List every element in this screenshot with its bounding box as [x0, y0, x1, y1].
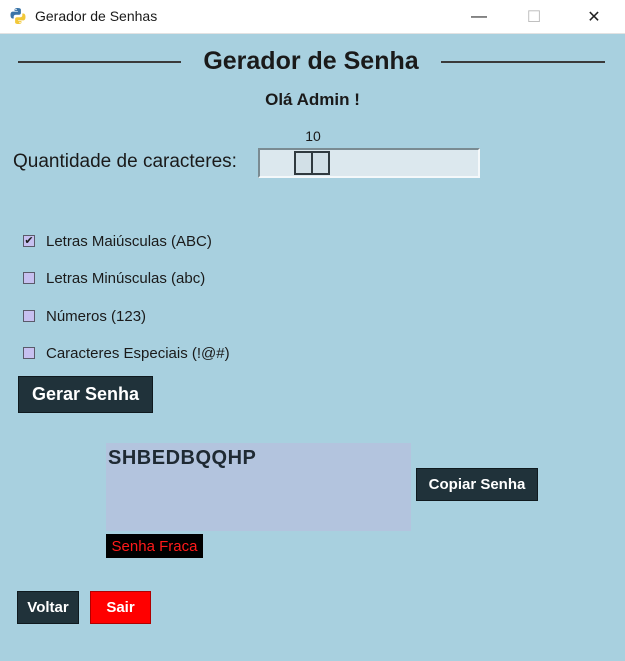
header-divider-left [18, 61, 181, 63]
python-icon [10, 8, 26, 24]
generate-button[interactable]: Gerar Senha [18, 376, 153, 413]
strength-label: Senha Fraca [106, 534, 203, 558]
option-label: Letras Maiúsculas (ABC) [46, 232, 212, 250]
title-bar: Gerador de Senhas — ☐ ✕ [0, 0, 625, 34]
header-divider-right [441, 61, 605, 63]
length-label: Quantidade de caracteres: [13, 151, 237, 172]
option-label: Letras Minúsculas (abc) [46, 269, 206, 287]
length-value: 10 [305, 128, 321, 144]
slider-thumb[interactable] [294, 151, 330, 175]
password-text: SHBEDBQQHP [108, 447, 257, 469]
uppercase-checkbox[interactable]: ✔ [23, 235, 35, 247]
page-title: Gerador de Senha [203, 47, 419, 75]
password-output: SHBEDBQQHP [106, 443, 411, 531]
window-title: Gerador de Senhas [35, 8, 158, 24]
copy-button[interactable]: Copiar Senha [416, 468, 538, 501]
maximize-icon: ☐ [526, 8, 542, 26]
length-slider[interactable] [258, 148, 480, 178]
minimize-button[interactable]: — [456, 0, 502, 33]
exit-button[interactable]: Sair [90, 591, 151, 624]
option-lowercase[interactable]: Letras Minúsculas (abc) [23, 268, 205, 288]
lowercase-checkbox[interactable] [23, 272, 35, 284]
back-button[interactable]: Voltar [17, 591, 79, 624]
numbers-checkbox[interactable] [23, 310, 35, 322]
maximize-button[interactable]: ☐ [511, 0, 557, 33]
option-uppercase[interactable]: ✔ Letras Maiúsculas (ABC) [23, 231, 212, 251]
close-button[interactable]: ✕ [571, 0, 617, 33]
option-numbers[interactable]: Números (123) [23, 306, 146, 326]
close-icon: ✕ [587, 8, 601, 26]
minimize-icon: — [471, 7, 487, 25]
main-content: Gerador de Senha Olá Admin ! 10 Quantida… [0, 34, 625, 661]
checkmark-icon: ✔ [24, 235, 34, 247]
special-checkbox[interactable] [23, 347, 35, 359]
option-special[interactable]: Caracteres Especiais (!@#) [23, 343, 230, 363]
option-label: Caracteres Especiais (!@#) [46, 344, 230, 362]
option-label: Números (123) [46, 307, 147, 325]
greeting-text: Olá Admin ! [265, 90, 360, 109]
